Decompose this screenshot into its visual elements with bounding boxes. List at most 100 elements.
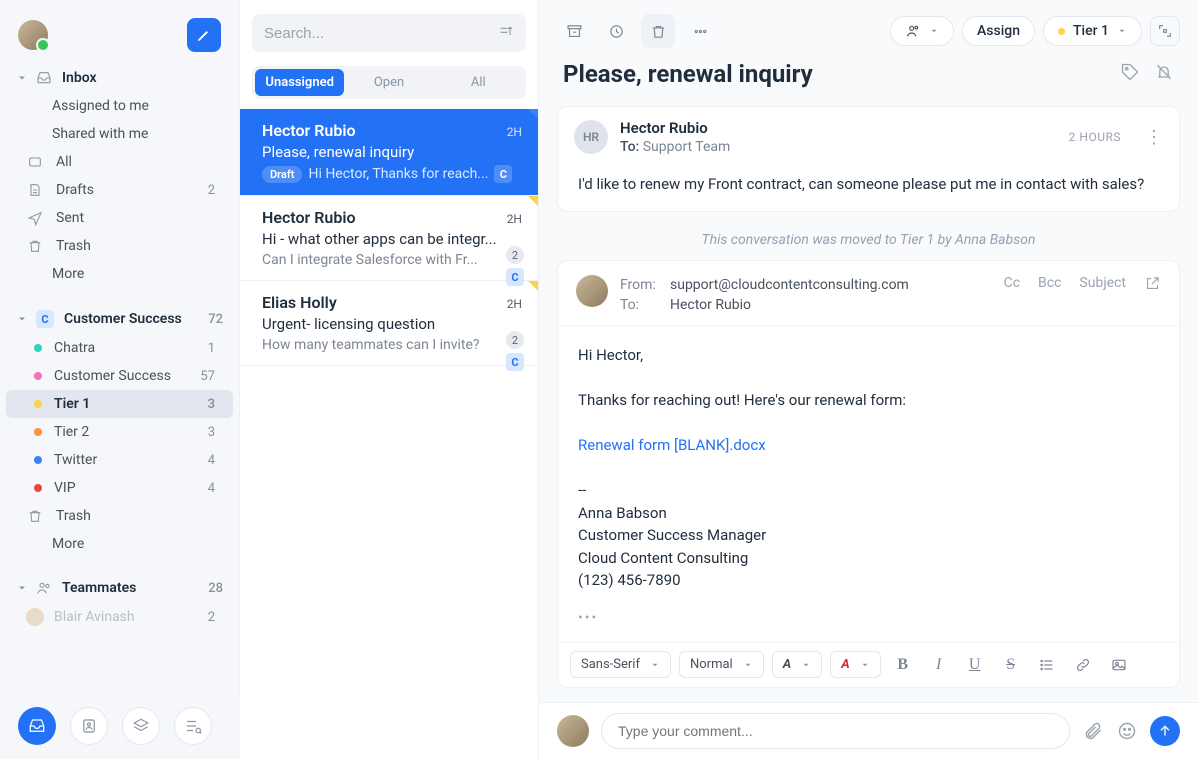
section-teammates-label: Teammates (62, 580, 136, 596)
user-avatar[interactable] (18, 20, 48, 50)
sidebar-item-twitter[interactable]: Twitter4 (6, 446, 233, 474)
sidebar-item-chatra[interactable]: Chatra1 (6, 334, 233, 362)
section-inbox[interactable]: Inbox (0, 62, 239, 92)
image-button[interactable] (1105, 651, 1133, 679)
detail-pane: Assign Tier 1 Please, renewal inquiry HR… (538, 0, 1198, 759)
teammates-icon (36, 580, 52, 596)
sidebar-item-tier2[interactable]: Tier 23 (6, 418, 233, 446)
message-body: I'd like to renew my Front contract, can… (558, 167, 1179, 211)
section-inbox-label: Inbox (62, 70, 97, 86)
bcc-button[interactable]: Bcc (1038, 275, 1061, 291)
underline-button[interactable]: U (961, 651, 989, 679)
expand-button[interactable] (1150, 16, 1180, 46)
comment-avatar (557, 715, 589, 747)
tab-open[interactable]: Open (344, 69, 433, 96)
strike-button[interactable]: S (997, 651, 1025, 679)
send-comment-button[interactable] (1150, 716, 1180, 746)
section-teammates[interactable]: Teammates 28 (0, 572, 239, 602)
section-cs-label: Customer Success (64, 311, 182, 327)
nav-inbox-button[interactable] (18, 707, 56, 745)
tab-all[interactable]: All (434, 69, 523, 96)
teammate-avatar (26, 608, 44, 626)
tag-icon[interactable] (1120, 62, 1140, 86)
sidebar-item-trash[interactable]: Trash (6, 232, 233, 260)
popout-icon[interactable] (1144, 275, 1161, 296)
italic-button[interactable]: I (925, 651, 953, 679)
attachment-link[interactable]: Renewal form [BLANK].docx (578, 436, 766, 454)
nav-layers-button[interactable] (122, 707, 160, 745)
nav-contacts-button[interactable] (70, 707, 108, 745)
archive-button[interactable] (557, 14, 591, 48)
conversation-item[interactable]: Elias Holly2H Urgent- licensing question… (240, 281, 538, 366)
sender-name: Hector Rubio (620, 119, 730, 137)
subject-button[interactable]: Subject (1079, 275, 1126, 291)
text-color-select[interactable]: A (772, 651, 822, 678)
comment-input[interactable] (601, 713, 1070, 749)
system-note: This conversation was moved to Tier 1 by… (557, 222, 1180, 260)
highlight-select[interactable]: A (830, 651, 880, 678)
cc-button[interactable]: Cc (1004, 275, 1020, 291)
trash-icon (26, 508, 44, 524)
all-icon (26, 154, 44, 170)
sidebar: Inbox Assigned to me Shared with me All … (0, 0, 240, 759)
composer-body[interactable]: Hi Hector, Thanks for reaching out! Here… (558, 326, 1179, 610)
bold-button[interactable]: B (889, 651, 917, 679)
compose-button[interactable] (187, 18, 221, 52)
composer-avatar (576, 275, 608, 307)
drafts-icon (26, 182, 44, 198)
tag-badge: C (494, 165, 512, 183)
sidebar-item-shared[interactable]: Shared with me (6, 120, 233, 148)
tab-unassigned[interactable]: Unassigned (255, 69, 344, 96)
sort-icon[interactable] (498, 23, 514, 43)
sidebar-item-vip[interactable]: VIP4 (6, 474, 233, 502)
section-customer-success[interactable]: C Customer Success 72 (0, 302, 239, 334)
message-card: HR Hector Rubio To: Support Team 2 HOURS… (557, 106, 1180, 212)
font-size-select[interactable]: Normal (679, 651, 764, 678)
attach-icon[interactable] (1082, 720, 1104, 742)
search-input[interactable] (264, 25, 490, 42)
sidebar-item-all[interactable]: All (6, 148, 233, 176)
assignee-button[interactable] (890, 16, 954, 46)
comment-bar (539, 702, 1198, 759)
conversation-item[interactable]: Hector Rubio2H Hi - what other apps can … (240, 196, 538, 281)
font-family-select[interactable]: Sans-Serif (570, 651, 671, 678)
format-toolbar: Sans-Serif Normal A A B I U S (558, 642, 1179, 687)
conversation-item[interactable]: Hector Rubio2H Please, renewal inquiry D… (240, 109, 538, 196)
conversation-subject: Please, renewal inquiry (563, 60, 813, 88)
link-button[interactable] (1069, 651, 1097, 679)
emoji-icon[interactable] (1116, 720, 1138, 742)
more-button[interactable] (683, 14, 717, 48)
tier-button[interactable]: Tier 1 (1043, 16, 1142, 46)
snooze-button[interactable] (599, 14, 633, 48)
draft-chip: Draft (262, 166, 302, 183)
inbox-icon (36, 70, 52, 86)
message-more-icon[interactable]: ⋮ (1145, 127, 1163, 148)
sidebar-item-sent[interactable]: Sent (6, 204, 233, 232)
tag-badge: C (506, 353, 524, 371)
sidebar-item-cs-trash[interactable]: Trash (6, 502, 233, 530)
sidebar-item-cs[interactable]: Customer Success57 (6, 362, 233, 390)
detail-toolbar: Assign Tier 1 (539, 0, 1198, 56)
sidebar-item-blair[interactable]: Blair Avinash 2 (6, 602, 233, 632)
sidebar-item-assigned[interactable]: Assigned to me (6, 92, 233, 120)
nav-analytics-button[interactable] (174, 707, 212, 745)
sidebar-item-tier1[interactable]: Tier 13 (6, 390, 233, 418)
reply-composer: From:support@cloudcontentconsulting.com … (557, 260, 1180, 688)
count-badge: 2 (506, 331, 524, 349)
sent-icon (26, 210, 44, 226)
recipient-line: To: Support Team (620, 139, 730, 155)
message-time: 2 HOURS (1069, 130, 1121, 144)
bell-off-icon[interactable] (1154, 62, 1174, 86)
conversation-tabs: Unassigned Open All (252, 66, 526, 99)
assign-button[interactable]: Assign (962, 16, 1035, 46)
sidebar-item-more[interactable]: More (6, 260, 233, 288)
sidebar-item-drafts[interactable]: Drafts 2 (6, 176, 233, 204)
quoted-toggle[interactable]: ••• (558, 610, 1179, 642)
sender-avatar: HR (574, 120, 608, 154)
sidebar-item-cs-more[interactable]: More (6, 530, 233, 558)
trash-icon (26, 238, 44, 254)
list-button[interactable] (1033, 651, 1061, 679)
conversation-list: Unassigned Open All Hector Rubio2H Pleas… (240, 0, 538, 759)
search-box[interactable] (252, 14, 526, 52)
trash-button[interactable] (641, 14, 675, 48)
